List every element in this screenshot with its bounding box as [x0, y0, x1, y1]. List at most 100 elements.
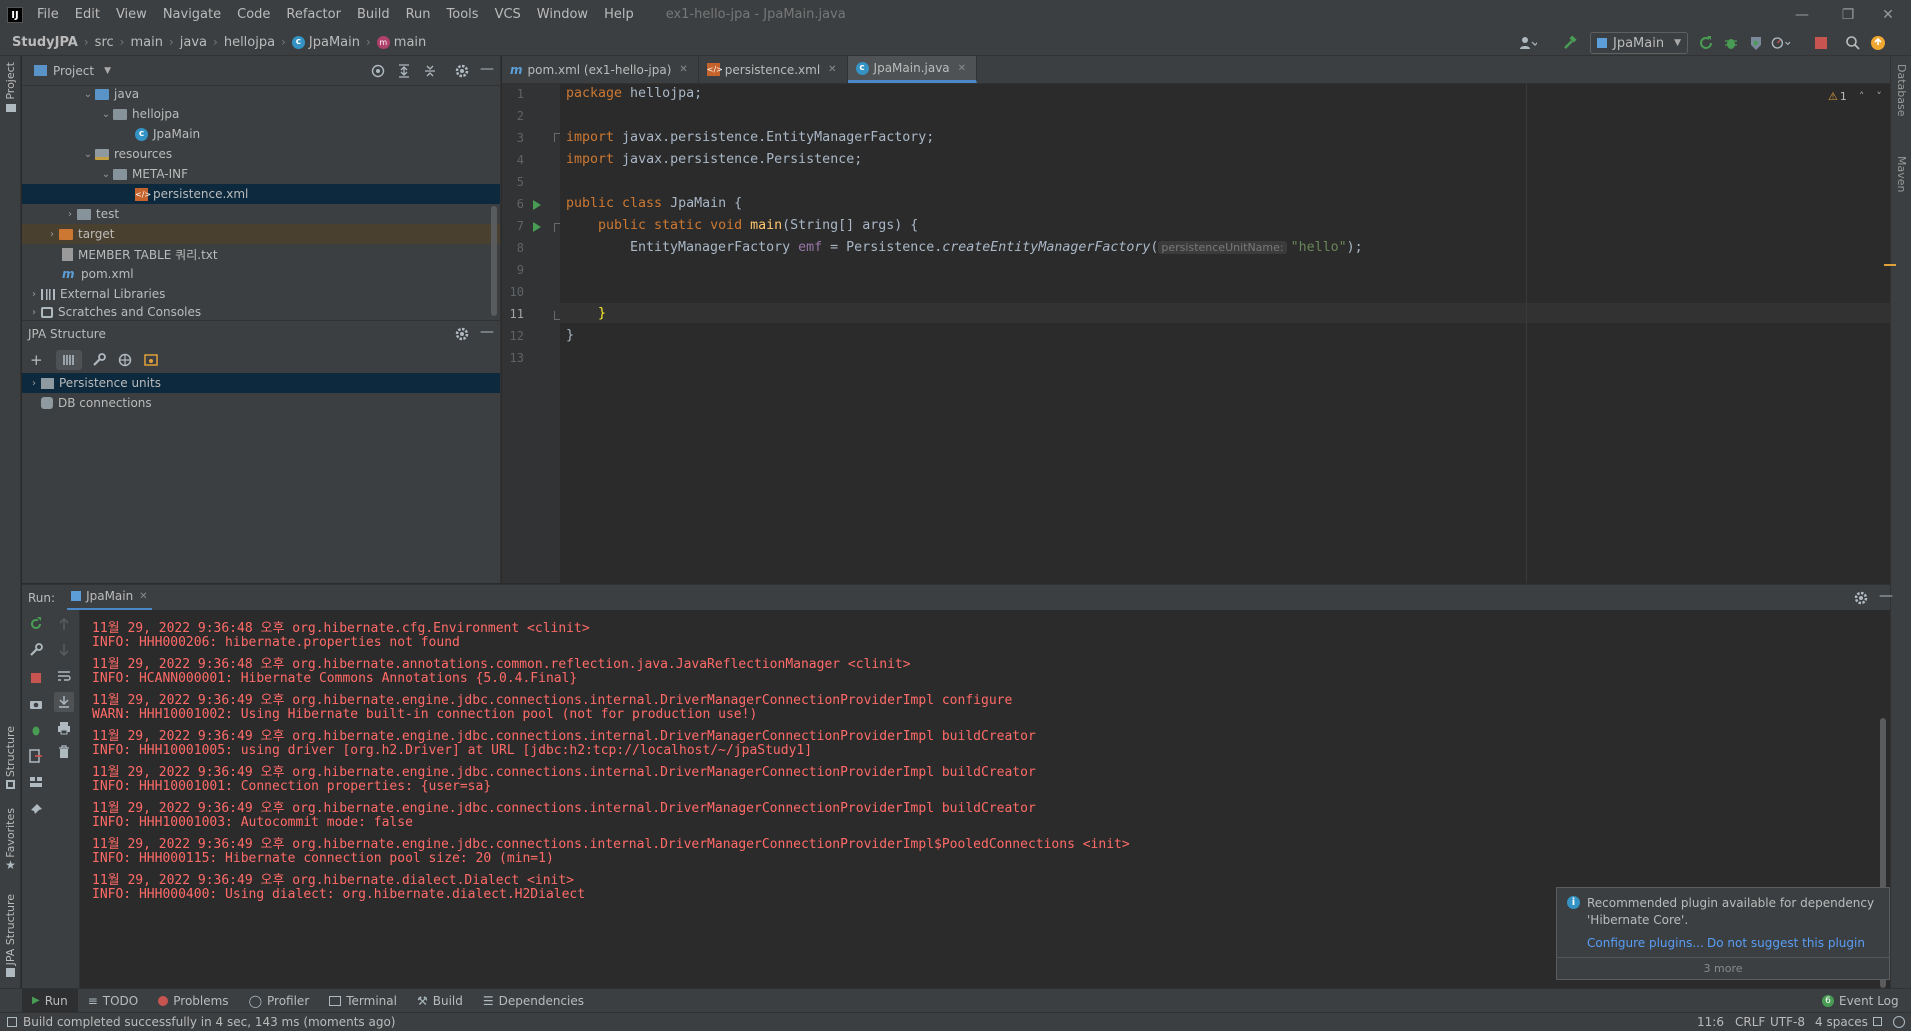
todo-tool-button[interactable]: ≡ TODO — [78, 989, 149, 1013]
terminal-tool-button[interactable]: Terminal — [319, 989, 407, 1013]
run-tool-button[interactable]: ▶ Run — [22, 988, 78, 1013]
project-view-title[interactable]: Project — [53, 64, 94, 78]
soft-wrap-icon[interactable] — [56, 668, 72, 684]
gear-icon[interactable] — [1853, 590, 1869, 606]
run-gutter-icon[interactable] — [532, 200, 542, 210]
do-not-suggest-link[interactable]: Do not suggest this plugin — [1707, 936, 1865, 950]
inspection-widget[interactable]: ⚠ 1 ˄ ˅ — [1828, 90, 1882, 103]
updates-icon[interactable] — [1868, 33, 1888, 53]
menu-refactor[interactable]: Refactor — [278, 0, 349, 29]
tree-item-member-table-txt[interactable]: MEMBER TABLE 쿼리.txt — [22, 244, 500, 264]
menu-code[interactable]: Code — [229, 0, 278, 29]
tree-item-external-libraries[interactable]: › External Libraries — [22, 284, 500, 304]
chevron-down-icon[interactable]: ⌄ — [81, 89, 95, 100]
close-tab-icon[interactable]: ✕ — [139, 591, 147, 602]
jpa-item-db-connections[interactable]: DB connections — [22, 393, 500, 413]
menu-navigate[interactable]: Navigate — [155, 0, 229, 29]
jpa-item-persistence-units[interactable]: › Persistence units — [22, 373, 500, 393]
favorites-tool-tab[interactable]: Favorites ★ — [0, 808, 21, 872]
locate-file-icon[interactable] — [370, 63, 386, 79]
add-icon[interactable]: + — [30, 351, 56, 369]
memory-indicator-icon[interactable] — [1893, 1016, 1905, 1028]
tree-item-pom-xml[interactable]: m pom.xml — [22, 264, 500, 284]
menu-tools[interactable]: Tools — [439, 0, 487, 29]
run-with-coverage-icon[interactable] — [1746, 33, 1766, 53]
arrow-down-icon[interactable] — [56, 642, 72, 658]
build-tool-button[interactable]: ⚒ Build — [407, 989, 473, 1013]
gear-icon[interactable] — [454, 63, 470, 79]
menu-edit[interactable]: Edit — [67, 0, 108, 29]
jpa-structure-tool-tab[interactable]: JPA Structure — [0, 894, 21, 978]
menu-file[interactable]: File — [29, 0, 67, 29]
run-tab-jpamain[interactable]: JpaMain ✕ — [67, 585, 152, 611]
dependencies-tool-button[interactable]: ☰ Dependencies — [473, 989, 594, 1013]
collapse-all-icon[interactable] — [422, 63, 438, 79]
breadcrumb-java[interactable]: java — [180, 35, 207, 50]
menu-run[interactable]: Run — [398, 0, 439, 29]
build-hammer-icon[interactable] — [1560, 33, 1580, 53]
tree-item-meta-inf[interactable]: ⌄ META-INF — [22, 164, 500, 184]
chevron-down-icon[interactable]: ⌄ — [99, 109, 113, 120]
caret-position[interactable]: 11:6 — [1697, 1015, 1724, 1029]
tab-pom-xml[interactable]: m pom.xml (ex1-hello-jpa) ✕ — [502, 56, 699, 83]
layout-icon[interactable] — [28, 774, 44, 790]
menu-window[interactable]: Window — [529, 0, 596, 29]
chevron-right-icon[interactable]: › — [63, 209, 77, 220]
menu-build[interactable]: Build — [349, 0, 398, 29]
chevron-right-icon[interactable]: › — [27, 307, 41, 318]
tab-persistence-xml[interactable]: </> persistence.xml ✕ — [699, 56, 848, 83]
menu-vcs[interactable]: VCS — [487, 0, 529, 29]
debug-bug-icon[interactable] — [1721, 33, 1741, 53]
console-icon[interactable] — [138, 353, 164, 367]
breadcrumb-project[interactable]: StudyJPA — [12, 35, 78, 50]
exit-icon[interactable] — [28, 748, 44, 764]
chevron-down-icon[interactable]: ⌄ — [99, 169, 113, 180]
tab-jpamain-java[interactable]: c JpaMain.java ✕ — [847, 56, 978, 83]
status-message[interactable]: Build completed successfully in 4 sec, 1… — [23, 1015, 395, 1029]
pin-icon[interactable] — [28, 802, 44, 818]
run-configuration-select[interactable]: JpaMain ▼ — [1590, 32, 1688, 54]
previous-highlight-icon[interactable]: ˄ — [1859, 90, 1865, 103]
tree-item-java[interactable]: ⌄ java — [22, 84, 500, 104]
close-tab-icon[interactable]: ✕ — [958, 63, 966, 74]
debug-bug-icon[interactable] — [28, 722, 44, 738]
columns-icon[interactable] — [56, 350, 82, 370]
tree-item-hellojpa[interactable]: ⌄ hellojpa — [22, 104, 500, 124]
crosshair-icon[interactable] — [112, 353, 138, 367]
user-icon[interactable] — [1518, 33, 1538, 53]
print-icon[interactable] — [56, 720, 72, 736]
chevron-right-icon[interactable]: › — [45, 229, 59, 240]
project-tool-tab[interactable]: Project — [0, 62, 21, 112]
project-scrollbar[interactable] — [491, 206, 497, 316]
tree-item-test[interactable]: › test — [22, 204, 500, 224]
breadcrumb-main[interactable]: main — [130, 35, 162, 50]
breadcrumb-method[interactable]: m main — [376, 35, 426, 50]
indent-setting[interactable]: 4 spaces — [1815, 1015, 1868, 1029]
chevron-right-icon[interactable]: › — [27, 289, 41, 300]
profiler-icon[interactable] — [1771, 33, 1791, 53]
expand-all-icon[interactable] — [396, 63, 412, 79]
chevron-down-icon[interactable]: ⌄ — [81, 149, 95, 160]
problems-tool-button[interactable]: Problems — [148, 989, 238, 1013]
close-window-button[interactable]: ✕ — [1865, 0, 1911, 29]
hide-panel-icon[interactable]: — — [480, 324, 494, 340]
lock-icon[interactable] — [1873, 1017, 1882, 1026]
chevron-down-icon[interactable]: ▼ — [104, 66, 111, 76]
hide-panel-icon[interactable]: — — [1879, 588, 1893, 604]
camera-icon[interactable] — [28, 696, 44, 712]
breadcrumb-src[interactable]: src — [95, 35, 114, 50]
gear-icon[interactable] — [454, 326, 470, 342]
close-tab-icon[interactable]: ✕ — [828, 64, 836, 75]
rerun-icon[interactable] — [1696, 33, 1716, 53]
tree-item-resources[interactable]: ⌄ resources — [22, 144, 500, 164]
database-tool-tab[interactable]: Database — [1895, 64, 1908, 117]
configure-plugins-link[interactable]: Configure plugins... — [1587, 936, 1704, 950]
search-icon[interactable] — [1843, 33, 1863, 53]
hide-panel-icon[interactable]: — — [480, 61, 494, 77]
minimize-button[interactable]: — — [1779, 0, 1825, 29]
tree-item-jpamain[interactable]: c JpaMain — [22, 124, 500, 144]
menu-help[interactable]: Help — [596, 0, 642, 29]
profiler-tool-button[interactable]: ◯ Profiler — [239, 989, 320, 1013]
tree-item-scratches[interactable]: › Scratches and Consoles — [22, 304, 500, 320]
menu-view[interactable]: View — [108, 0, 155, 29]
